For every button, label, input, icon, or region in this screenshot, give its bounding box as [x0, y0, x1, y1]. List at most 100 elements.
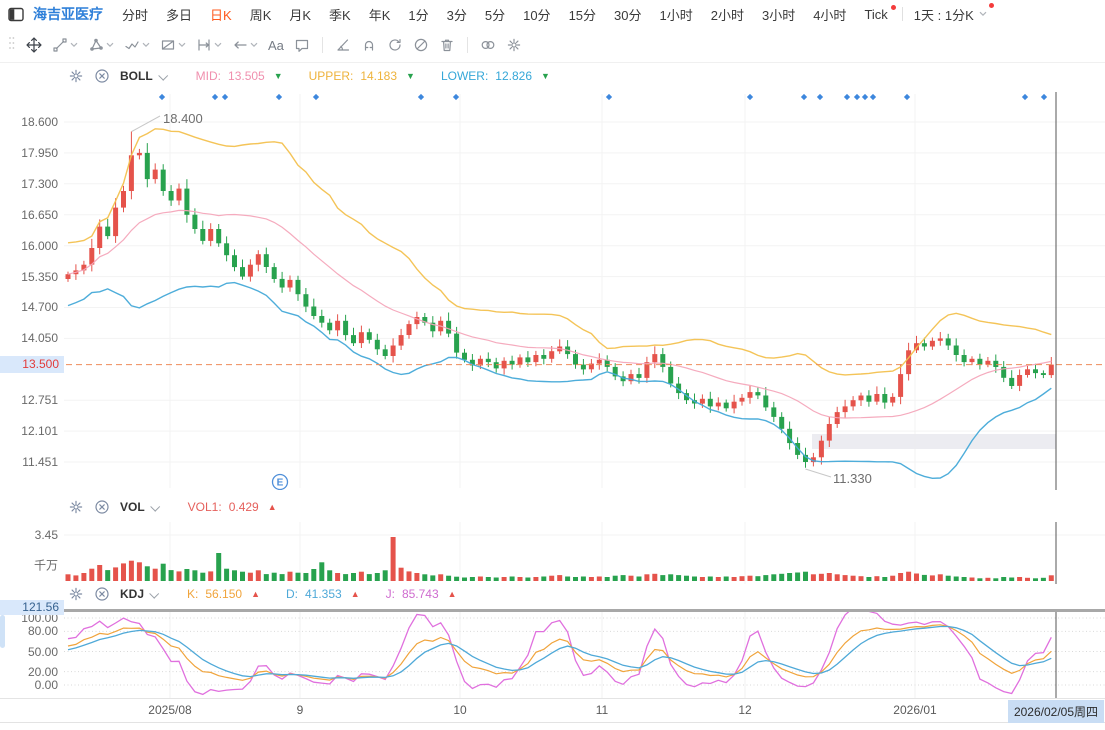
metric-value: 12.826 — [495, 69, 532, 83]
chevron-down-icon[interactable] — [150, 501, 160, 511]
trend-down-icon: ▼ — [541, 72, 550, 81]
low-annotation: 11.330 — [833, 471, 872, 486]
price-axis-tick: 17.950 — [0, 146, 58, 160]
time-axis-tick: 2025/08 — [148, 703, 191, 717]
tab-多日[interactable]: 多日 — [157, 3, 201, 26]
tab-30分[interactable]: 30分 — [605, 3, 650, 26]
svg-text:E: E — [277, 478, 284, 489]
volume-pane[interactable] — [0, 522, 1105, 584]
period-tabs: 分时多日日K周K月K季K年K1分3分5分10分15分30分1小时2小时3小时4小… — [113, 3, 995, 26]
indicator-close-icon[interactable] — [94, 586, 110, 602]
vol-legend: VOL VOL1: 0.429 ▲ — [68, 497, 277, 517]
link-charts-tool-icon[interactable] — [476, 34, 500, 56]
kdj-legend: KDJK:56.150▲D:41.353▲J:85.743▲ — [68, 584, 457, 604]
indicator-close-icon[interactable] — [94, 499, 110, 515]
pane-resize-divider[interactable] — [0, 609, 1105, 612]
kdj-axis-tick: 50.00 — [0, 645, 58, 659]
price-axis-tick: 12.101 — [0, 424, 58, 438]
price-axis-tick: 18.600 — [0, 115, 58, 129]
drag-handle-icon[interactable] — [8, 35, 15, 56]
kline-mode-selector[interactable]: 1天 : 1分K — [908, 3, 995, 26]
kdj-axis-tick: 0.00 — [0, 678, 58, 692]
tab-10分[interactable]: 10分 — [514, 3, 559, 26]
indicator-name-boll[interactable]: BOLL — [120, 69, 153, 83]
delete-drawings-tool-icon[interactable] — [435, 34, 459, 56]
move-tool-icon[interactable] — [22, 34, 46, 56]
wave-tool-icon[interactable] — [120, 34, 154, 56]
metric-label: UPPER: — [309, 69, 354, 83]
trend-down-icon: ▼ — [274, 72, 283, 81]
boll-legend: BOLL MID:13.505▼ UPPER:14.183▼ LOWER: 12.826… — [68, 66, 550, 86]
tab-日K[interactable]: 日K — [201, 3, 241, 26]
time-axis-tick: 2026/01 — [893, 703, 936, 717]
metric-value: 56.150 — [205, 587, 242, 601]
chevron-down-icon[interactable] — [149, 588, 159, 598]
tab-3分[interactable]: 3分 — [438, 3, 476, 26]
toolbar-divider — [322, 37, 323, 53]
shape-tool-icon[interactable] — [84, 34, 118, 56]
kdj-pane[interactable] — [0, 610, 1105, 698]
red-dot-badge — [989, 3, 994, 8]
chevron-down-icon[interactable] — [158, 70, 168, 80]
trend-up-icon: ▲ — [351, 590, 360, 599]
drawing-toolbar: Aa — [0, 28, 1105, 63]
tab-1小时[interactable]: 1小时 — [651, 3, 702, 26]
kdj-max-label: 121.56 — [0, 600, 64, 615]
metric-label: VOL1: — [188, 500, 222, 514]
red-dot-badge — [891, 5, 896, 10]
text-tool-icon[interactable]: Aa — [264, 35, 288, 56]
metric-value: 85.743 — [402, 587, 439, 601]
indicator-settings-icon[interactable] — [68, 499, 84, 515]
tab-1分[interactable]: 1分 — [399, 3, 437, 26]
trend-up-icon: ▲ — [268, 503, 277, 512]
stock-name[interactable]: 海吉亚医疗 — [33, 4, 103, 24]
price-chart-pane[interactable]: E — [0, 90, 1105, 490]
current-date-label: 2026/02/05周四 — [1008, 700, 1104, 723]
indicator-settings-icon[interactable] — [68, 586, 84, 602]
metric: J:85.743▲ — [386, 587, 457, 601]
top-nav: 海吉亚医疗 分时多日日K周K月K季K年K1分3分5分10分15分30分1小时2小… — [0, 0, 1105, 28]
tab-Tick[interactable]: Tick — [855, 5, 896, 24]
magnet-tool-icon[interactable] — [357, 34, 381, 56]
trendline-tool-icon[interactable] — [48, 34, 82, 56]
metric-value: 0.429 — [229, 500, 259, 514]
sync-drawings-tool-icon[interactable] — [383, 34, 407, 56]
tab-年K[interactable]: 年K — [360, 3, 400, 26]
metric-label: LOWER: — [441, 69, 488, 83]
time-axis-tick: 11 — [596, 703, 608, 717]
metric: K: 56.150 ▲ — [187, 587, 260, 601]
angle-tool-icon[interactable] — [331, 34, 355, 56]
indicator-close-icon[interactable] — [94, 68, 110, 84]
indicator-name-kdj[interactable]: KDJ — [120, 587, 144, 601]
indicator-name-vol[interactable]: VOL — [120, 500, 145, 514]
metric: MID:13.505▼ — [196, 69, 283, 83]
time-axis-tick: 10 — [453, 703, 466, 717]
trend-up-icon: ▲ — [251, 590, 260, 599]
arrow-tool-icon[interactable] — [228, 34, 262, 56]
tab-2小时[interactable]: 2小时 — [702, 3, 753, 26]
tab-分时[interactable]: 分时 — [113, 3, 157, 26]
volume-axis-tick: 3.45 — [0, 528, 58, 542]
indicator-settings-icon[interactable] — [68, 68, 84, 84]
metric-label: K: — [187, 587, 198, 601]
tab-季K[interactable]: 季K — [320, 3, 360, 26]
panel-toggle-icon[interactable] — [8, 7, 25, 22]
toolbar-divider — [467, 37, 468, 53]
tab-3小时[interactable]: 3小时 — [753, 3, 804, 26]
high-annotation: 18.400 — [163, 111, 203, 126]
metric: UPPER:14.183▼ — [309, 69, 415, 83]
tab-月K[interactable]: 月K — [280, 3, 320, 26]
tab-4小时[interactable]: 4小时 — [804, 3, 855, 26]
comment-tool-icon[interactable] — [290, 34, 314, 56]
tab-15分[interactable]: 15分 — [560, 3, 605, 26]
measure-tool-icon[interactable] — [192, 34, 226, 56]
chart-settings-tool-icon[interactable] — [502, 34, 526, 56]
time-axis-tick: 12 — [738, 703, 751, 717]
tab-5分[interactable]: 5分 — [476, 3, 514, 26]
metric-label: MID: — [196, 69, 221, 83]
hide-drawings-tool-icon[interactable] — [409, 34, 433, 56]
price-axis-tick: 12.751 — [0, 393, 58, 407]
pane-scroll-handle[interactable] — [0, 615, 5, 648]
tab-周K[interactable]: 周K — [241, 3, 281, 26]
pattern-tool-icon[interactable] — [156, 34, 190, 56]
